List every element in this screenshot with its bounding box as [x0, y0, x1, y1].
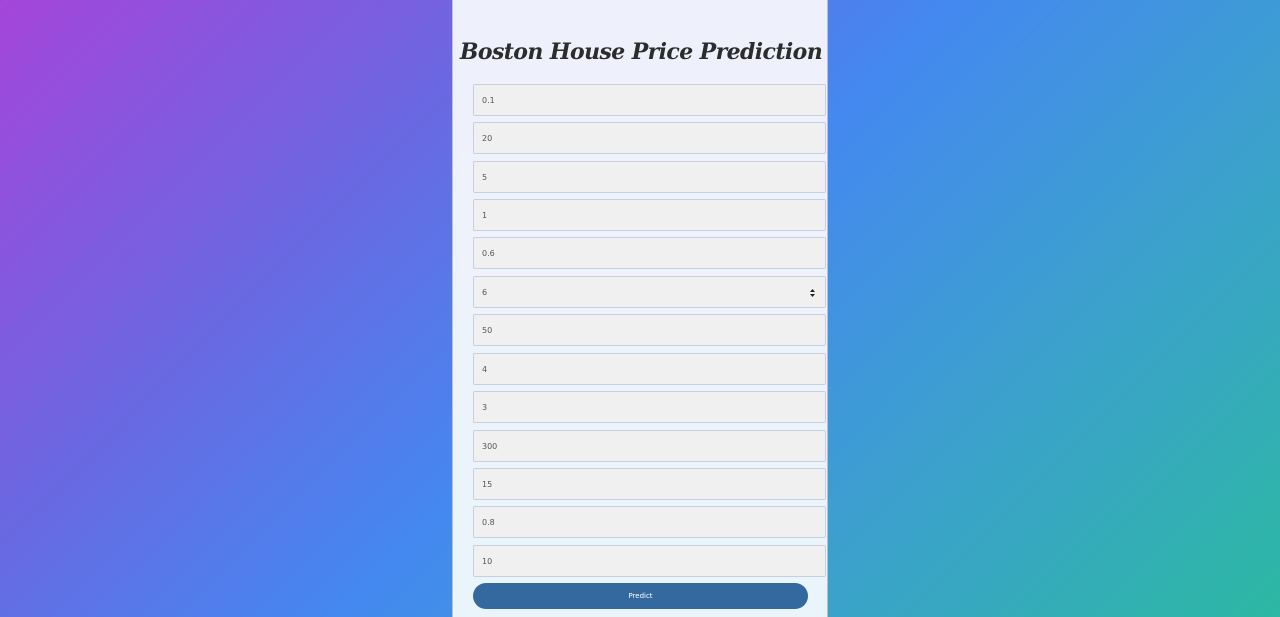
feature-input-10-value[interactable] — [482, 441, 817, 451]
feature-input-2[interactable] — [473, 122, 826, 154]
feature-input-7[interactable] — [473, 314, 826, 346]
feature-input-4[interactable] — [473, 199, 826, 231]
feature-input-9-value[interactable] — [482, 402, 817, 412]
feature-input-13-value[interactable] — [482, 556, 817, 566]
feature-input-11[interactable] — [473, 468, 826, 500]
feature-input-8-value[interactable] — [482, 364, 817, 374]
feature-select-6[interactable]: 6 — [473, 276, 826, 308]
feature-input-1-value[interactable] — [482, 95, 817, 105]
feature-input-10[interactable] — [473, 430, 826, 462]
feature-input-3-value[interactable] — [482, 172, 817, 182]
feature-input-12-value[interactable] — [482, 517, 817, 527]
feature-input-2-value[interactable] — [482, 133, 817, 143]
feature-input-13[interactable] — [473, 545, 826, 577]
feature-input-1[interactable] — [473, 84, 826, 116]
feature-input-3[interactable] — [473, 161, 826, 193]
up-down-caret-icon — [810, 289, 815, 297]
prediction-form-card: Boston House Price Prediction 6 — [452, 0, 828, 617]
feature-input-4-value[interactable] — [482, 210, 817, 220]
page-title: Boston House Price Prediction — [459, 39, 823, 65]
predict-button[interactable]: Predict — [473, 583, 808, 609]
feature-input-9[interactable] — [473, 391, 826, 423]
feature-select-6-value: 6 — [482, 287, 488, 297]
feature-input-8[interactable] — [473, 353, 826, 385]
feature-input-5[interactable] — [473, 237, 826, 269]
feature-input-11-value[interactable] — [482, 479, 817, 489]
feature-input-12[interactable] — [473, 506, 826, 538]
feature-input-7-value[interactable] — [482, 325, 817, 335]
feature-input-5-value[interactable] — [482, 248, 817, 258]
